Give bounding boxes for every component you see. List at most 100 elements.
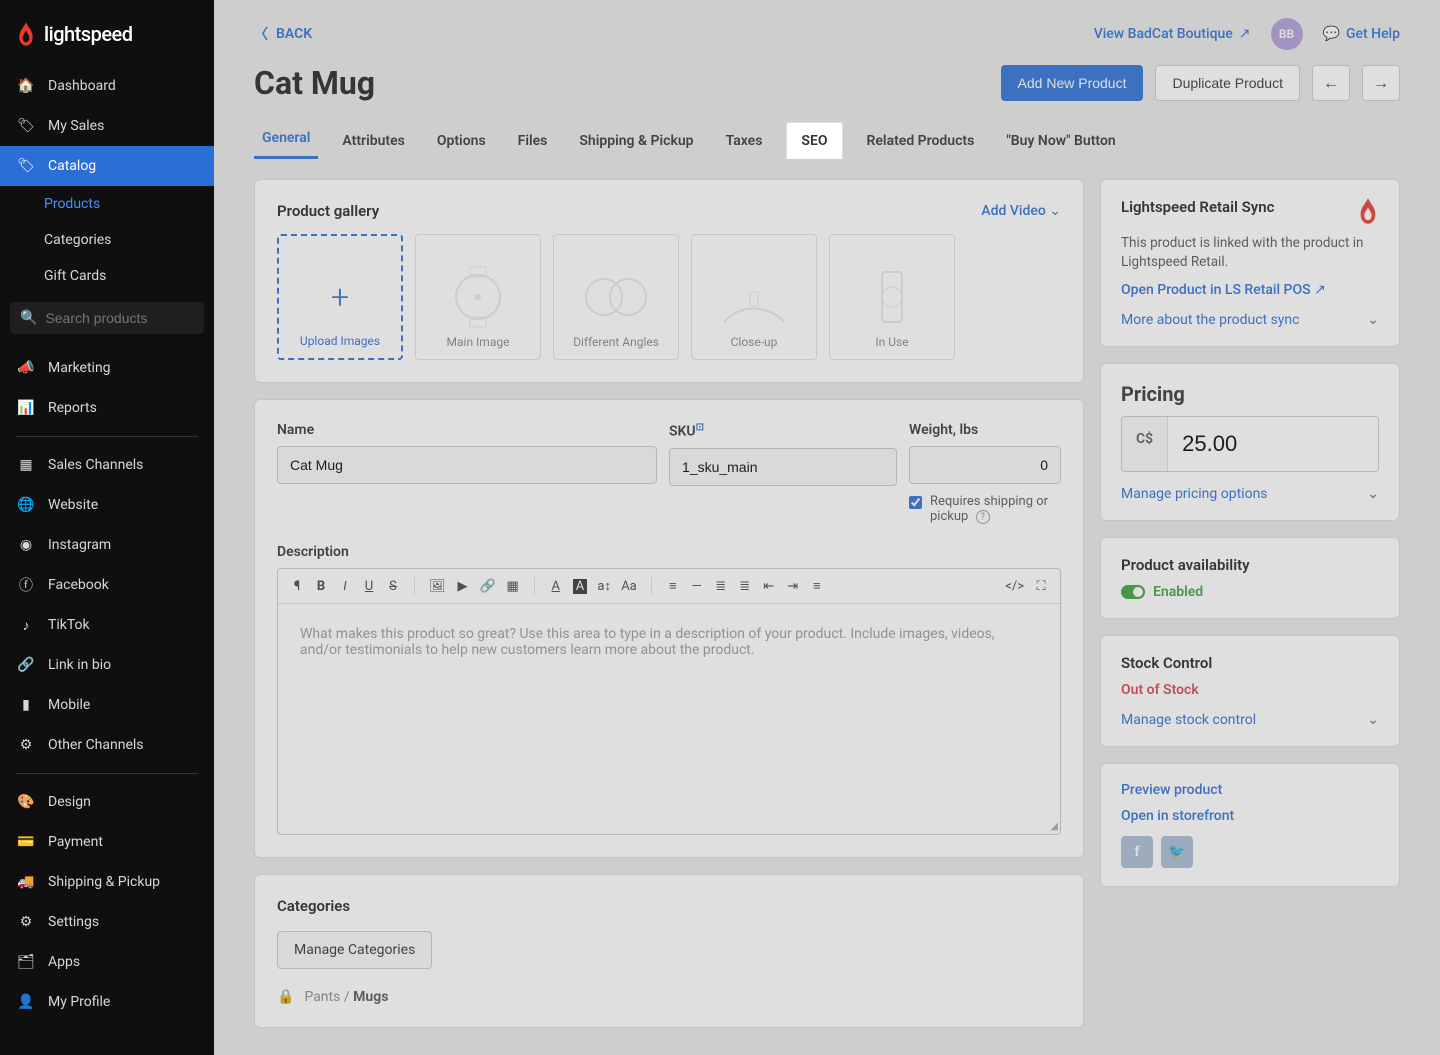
nav-catalog[interactable]: 🏷Catalog [0, 146, 214, 186]
nav-my-profile[interactable]: 👤My Profile [0, 982, 214, 1022]
resize-handle-icon[interactable]: ◢ [1050, 821, 1058, 832]
upload-images-tile[interactable]: + Upload Images [277, 234, 403, 360]
manage-categories-button[interactable]: Manage Categories [277, 931, 432, 969]
back-button[interactable]: 〈 BACK [254, 24, 312, 44]
palette-icon: 🎨 [16, 792, 36, 812]
weight-input[interactable] [909, 446, 1061, 484]
image-tool[interactable]: 🖼 [429, 579, 446, 594]
categories-title: Categories [277, 897, 1061, 915]
add-video-link[interactable]: Add Video ⌄ [981, 203, 1061, 219]
nav-reports[interactable]: 📊Reports [0, 388, 214, 428]
nav-instagram[interactable]: ◉Instagram [0, 525, 214, 565]
divider [16, 436, 198, 437]
table-tool[interactable]: ▦ [506, 579, 520, 594]
price-input[interactable] [1168, 417, 1378, 471]
nav-shipping[interactable]: 🚚Shipping & Pickup [0, 862, 214, 902]
nav-products[interactable]: Products [0, 186, 214, 222]
tab-seo[interactable]: SEO [786, 122, 842, 159]
nav-other-channels[interactable]: ⚙Other Channels [0, 725, 214, 765]
preview-card: Preview product Open in storefront f 🐦 [1100, 763, 1400, 887]
outdent-tool[interactable]: ⇤ [762, 579, 776, 594]
search-box[interactable]: 🔍 [10, 302, 204, 334]
list-ul-tool[interactable]: ≣ [714, 579, 728, 594]
strike-tool[interactable]: S [386, 579, 400, 594]
fullscreen-tool[interactable]: ⛶ [1034, 579, 1048, 594]
sku-label: SKU⊡ [669, 422, 897, 440]
add-product-button[interactable]: Add New Product [1001, 65, 1144, 101]
bold-tool[interactable]: B [314, 579, 328, 594]
paragraph-tool[interactable]: ¶ [290, 579, 304, 594]
text-case-tool[interactable]: Aa [621, 579, 637, 594]
stock-manage-row[interactable]: Manage stock control ⌄ [1121, 712, 1379, 728]
nav-mobile[interactable]: ▮Mobile [0, 685, 214, 725]
link-tool[interactable]: 🔗 [480, 579, 496, 594]
next-product-button[interactable]: → [1362, 65, 1400, 101]
nav-link-in-bio[interactable]: 🔗Link in bio [0, 645, 214, 685]
open-ls-retail-link[interactable]: Open Product in LS Retail POS ↗ [1121, 282, 1379, 298]
info-icon[interactable]: ? [976, 510, 990, 524]
list-ol-tool[interactable]: ≣ [738, 579, 752, 594]
nav-sales-channels[interactable]: ▦Sales Channels [0, 445, 214, 485]
italic-tool[interactable]: I [338, 579, 352, 594]
font-size-tool[interactable]: a↕ [597, 578, 611, 594]
get-help-link[interactable]: 💬 Get Help [1323, 26, 1400, 42]
requires-shipping-row[interactable]: Requires shipping or pickup ? [909, 494, 1061, 524]
hr-tool[interactable]: — [690, 579, 704, 594]
view-store-link[interactable]: View BadCat Boutique ↗ [1094, 26, 1251, 42]
nav-settings[interactable]: ⚙Settings [0, 902, 214, 942]
search-input[interactable] [45, 310, 214, 326]
prev-product-button[interactable]: ← [1312, 65, 1350, 101]
requires-shipping-checkbox[interactable] [909, 496, 922, 509]
sku-input[interactable] [669, 448, 897, 486]
bg-color-tool[interactable]: A [573, 579, 587, 594]
preview-product-link[interactable]: Preview product [1121, 782, 1379, 798]
underline-tool[interactable]: U [362, 579, 376, 594]
chevron-down-icon: ⌄ [1367, 712, 1379, 728]
align-tool[interactable]: ≡ [666, 578, 680, 594]
nav-dashboard[interactable]: 🏠Dashboard [0, 66, 214, 106]
nav-design[interactable]: 🎨Design [0, 782, 214, 822]
editor-body[interactable]: What makes this product so great? Use th… [278, 604, 1060, 834]
tab-related[interactable]: Related Products [859, 123, 983, 159]
tab-taxes[interactable]: Taxes [718, 123, 771, 159]
nav-website[interactable]: 🌐Website [0, 485, 214, 525]
share-facebook-button[interactable]: f [1121, 836, 1153, 868]
tab-options[interactable]: Options [429, 123, 494, 159]
tab-shipping[interactable]: Shipping & Pickup [571, 123, 701, 159]
nav-apps[interactable]: 🗂Apps [0, 942, 214, 982]
watch-icon [714, 262, 794, 332]
sync-more-row[interactable]: More about the product sync ⌄ [1121, 312, 1379, 328]
tab-files[interactable]: Files [510, 123, 556, 159]
open-storefront-link[interactable]: Open in storefront [1121, 808, 1379, 824]
toggle-on-icon[interactable] [1121, 585, 1145, 599]
tab-general[interactable]: General [254, 120, 318, 159]
share-twitter-button[interactable]: 🐦 [1161, 836, 1193, 868]
align-left-tool[interactable]: ≡ [810, 578, 824, 594]
gallery-placeholder-main: Main Image [415, 234, 541, 360]
tab-buy-now[interactable]: "Buy Now" Button [998, 123, 1123, 159]
nav-facebook[interactable]: ⓕFacebook [0, 565, 214, 605]
video-tool[interactable]: ▶ [456, 579, 470, 594]
avatar[interactable]: BB [1271, 18, 1303, 50]
rich-text-editor: ¶ B I U S 🖼 ▶ 🔗 ▦ [277, 568, 1061, 835]
nav-marketing[interactable]: 📣Marketing [0, 348, 214, 388]
pricing-manage-row[interactable]: Manage pricing options ⌄ [1121, 486, 1379, 502]
nav-gift-cards[interactable]: Gift Cards [0, 258, 214, 294]
nav-categories[interactable]: Categories [0, 222, 214, 258]
tab-attributes[interactable]: Attributes [334, 123, 412, 159]
price-input-group: C$ [1121, 416, 1379, 472]
name-input[interactable] [277, 446, 657, 484]
nav-my-sales[interactable]: 🏷My Sales [0, 106, 214, 146]
code-view-tool[interactable]: </> [1005, 579, 1024, 594]
availability-status[interactable]: Enabled [1121, 584, 1379, 600]
plus-icon: + [331, 278, 349, 316]
nav-tiktok[interactable]: ♪TikTok [0, 605, 214, 645]
indent-tool[interactable]: ⇥ [786, 579, 800, 594]
content-grid: Product gallery Add Video ⌄ + Upload Ima… [254, 179, 1400, 1044]
duplicate-product-button[interactable]: Duplicate Product [1155, 65, 1300, 101]
text-color-tool[interactable]: A [549, 579, 563, 594]
weight-label: Weight, lbs [909, 422, 1061, 438]
nav-payment[interactable]: 💳Payment [0, 822, 214, 862]
sync-text: This product is linked with the product … [1121, 234, 1379, 272]
facebook-icon: f [1134, 844, 1139, 860]
